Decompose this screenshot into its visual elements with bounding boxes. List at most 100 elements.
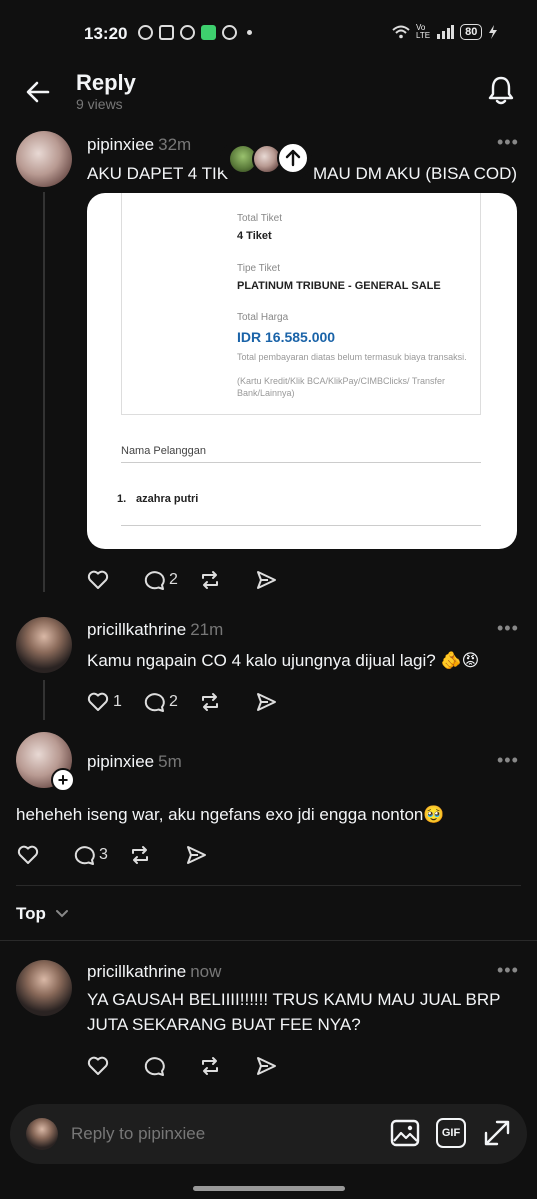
more-options-icon[interactable]: ••• bbox=[497, 960, 519, 981]
timestamp: 32m bbox=[158, 135, 192, 154]
heart-icon bbox=[17, 845, 39, 864]
comment-icon bbox=[144, 693, 165, 712]
page-title: Reply bbox=[76, 70, 136, 95]
label: Total Tiket bbox=[237, 213, 283, 224]
reply-button[interactable]: 2 bbox=[142, 568, 198, 592]
like-button[interactable]: 1 bbox=[86, 690, 142, 714]
ticket-image[interactable]: Total Tiket 4 Tiket Tipe Tiket PLATINUM … bbox=[87, 193, 517, 549]
green-app-icon bbox=[201, 25, 216, 40]
status-time: 13:20 bbox=[84, 24, 128, 43]
share-button[interactable] bbox=[254, 568, 310, 592]
like-button[interactable] bbox=[86, 568, 142, 592]
customer-name: azahra putri bbox=[136, 493, 199, 505]
repost-icon bbox=[202, 693, 218, 711]
thread-line bbox=[43, 680, 45, 720]
label: Tipe Tiket bbox=[237, 263, 280, 274]
price-value: IDR 16.585.000 bbox=[237, 329, 336, 345]
scroll-up-button[interactable] bbox=[277, 142, 309, 174]
label: Total Harga bbox=[237, 312, 289, 323]
share-button[interactable] bbox=[184, 843, 240, 867]
divider bbox=[121, 462, 481, 463]
composer-avatar bbox=[26, 1118, 58, 1150]
post-actions: 1 2 bbox=[86, 690, 310, 714]
reply-input[interactable]: Reply to pipinxiee bbox=[71, 1124, 205, 1144]
sort-filter[interactable]: Top bbox=[16, 904, 69, 924]
avatar[interactable] bbox=[16, 131, 72, 187]
like-button[interactable] bbox=[86, 1054, 142, 1078]
back-arrow-icon[interactable] bbox=[24, 78, 52, 106]
gif-button[interactable]: GIF bbox=[436, 1118, 466, 1148]
post-text-end: MAU DM AKU (BISA COD) bbox=[313, 164, 518, 183]
signal-icon bbox=[437, 25, 455, 39]
more-options-icon[interactable]: ••• bbox=[497, 618, 519, 639]
reply-button[interactable]: 3 bbox=[72, 843, 128, 867]
volte-icon: Vo LTE bbox=[416, 23, 431, 40]
timestamp: now bbox=[190, 962, 222, 981]
username[interactable]: pipinxiee bbox=[87, 135, 154, 154]
heart-icon bbox=[87, 692, 109, 711]
more-options-icon[interactable]: ••• bbox=[497, 132, 519, 153]
app-icon bbox=[180, 25, 195, 40]
whatsapp-icon bbox=[222, 25, 237, 40]
post-text: heheheh iseng war, aku ngefans exo jdi e… bbox=[16, 805, 445, 824]
comment-icon bbox=[144, 571, 165, 590]
like-button[interactable] bbox=[16, 843, 72, 867]
post-text: Kamu ngapain CO 4 kalo ujungnya dijual l… bbox=[87, 651, 480, 670]
timestamp: 5m bbox=[158, 752, 182, 771]
timestamp: 21m bbox=[190, 620, 224, 639]
heart-icon bbox=[87, 1056, 109, 1075]
repost-button[interactable] bbox=[198, 690, 254, 714]
charging-icon bbox=[489, 25, 498, 39]
username[interactable]: pricillkathrine bbox=[87, 962, 186, 981]
post-text-start: AKU DAPET 4 TIK bbox=[87, 164, 229, 183]
comment-icon bbox=[74, 846, 95, 865]
status-right: Vo LTE 80 bbox=[392, 24, 498, 40]
thread-line bbox=[43, 192, 45, 592]
list-number: 1. bbox=[117, 493, 127, 505]
value: PLATINUM TRIBUNE - GENERAL SALE bbox=[237, 280, 441, 292]
post-header: pipinxiee 5m bbox=[87, 752, 182, 772]
post-header: pricillkathrine now bbox=[87, 962, 221, 982]
bell-icon[interactable] bbox=[486, 74, 516, 106]
share-button[interactable] bbox=[254, 690, 310, 714]
more-dot-icon bbox=[247, 30, 252, 35]
post-actions: 2 bbox=[86, 568, 310, 592]
reply-count: 2 bbox=[169, 571, 178, 588]
chevron-down-icon bbox=[55, 910, 68, 918]
repost-button[interactable] bbox=[128, 843, 184, 867]
post-text: YA GAUSAH BELIIII!!!!!! TRUS KAMU MAU JU… bbox=[87, 990, 501, 1034]
whatsapp-icon bbox=[138, 25, 153, 40]
send-icon bbox=[187, 846, 206, 864]
username[interactable]: pricillkathrine bbox=[87, 620, 186, 639]
expand-icon[interactable] bbox=[482, 1118, 512, 1148]
image-icon[interactable] bbox=[390, 1118, 420, 1148]
reply-count: 3 bbox=[99, 846, 108, 863]
username[interactable]: pipinxiee bbox=[87, 752, 154, 771]
follow-plus-icon[interactable]: + bbox=[51, 768, 75, 792]
note: (Kartu Kredit/Klik BCA/KlikPay/CIMBClick… bbox=[237, 376, 446, 399]
comment-icon bbox=[144, 1057, 165, 1076]
divider bbox=[16, 885, 521, 886]
post-header: pipinxiee 32m bbox=[87, 135, 191, 155]
reply-button[interactable] bbox=[142, 1054, 198, 1078]
repost-button[interactable] bbox=[198, 568, 254, 592]
send-icon bbox=[257, 1057, 276, 1075]
wifi-icon bbox=[392, 25, 410, 39]
home-indicator[interactable] bbox=[193, 1186, 345, 1191]
post-actions: 3 bbox=[16, 843, 240, 867]
heart-icon bbox=[87, 570, 109, 589]
repost-icon bbox=[202, 571, 218, 589]
avatar[interactable] bbox=[16, 960, 72, 1016]
avatar[interactable] bbox=[16, 617, 72, 673]
more-options-icon[interactable]: ••• bbox=[497, 750, 519, 771]
send-icon bbox=[257, 571, 276, 589]
label: Nama Pelanggan bbox=[121, 445, 207, 457]
share-button[interactable] bbox=[254, 1054, 310, 1078]
send-icon bbox=[257, 693, 276, 711]
view-count: 9 views bbox=[76, 96, 123, 112]
reply-button[interactable]: 2 bbox=[142, 690, 198, 714]
bag-icon bbox=[159, 25, 174, 40]
note: Total pembayaran diatas belum termasuk b… bbox=[237, 352, 467, 362]
divider bbox=[0, 940, 537, 941]
repost-button[interactable] bbox=[198, 1054, 254, 1078]
